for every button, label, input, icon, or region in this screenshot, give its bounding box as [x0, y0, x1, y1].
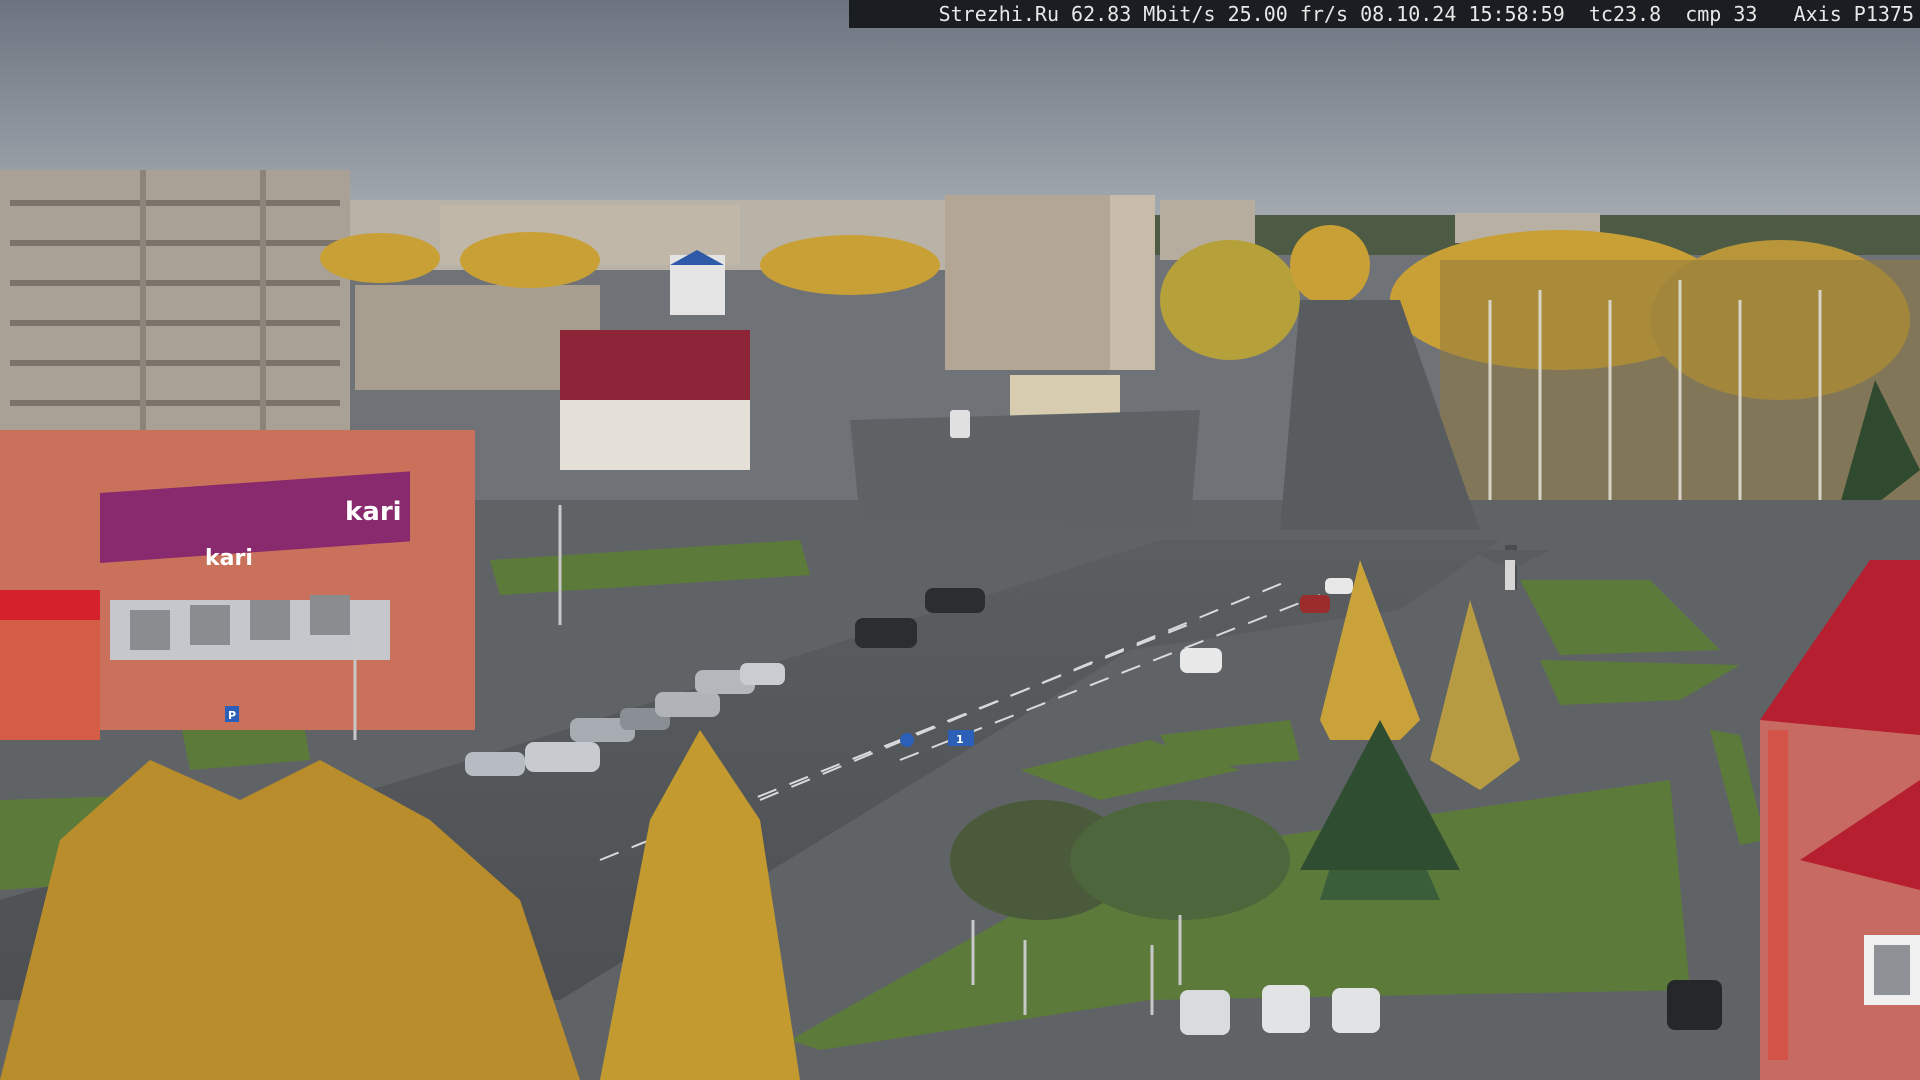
overlay-framerate: 25.00 fr/s: [1227, 2, 1349, 26]
overlay-camera: Axis P1375: [1793, 2, 1914, 26]
store-banner-label: kari: [205, 546, 253, 571]
parking-lot: [850, 410, 1200, 530]
lane-sign-label: 1: [956, 733, 964, 746]
overlay-bitrate: 62.83 Mbit/s: [1071, 2, 1216, 26]
overlay-date: 08.10.24: [1360, 2, 1457, 26]
overlay-time: 15:58:59: [1468, 2, 1565, 26]
overlay-site: Strezhi.Ru: [938, 2, 1059, 26]
camera-overlay: Strezhi.Ru 62.83 Mbit/s 25.00 fr/s 08.10…: [849, 0, 1920, 28]
overlay-tc: tc23.8: [1588, 2, 1662, 26]
store-building: kari kari: [0, 430, 475, 740]
parking-sign-label: P: [228, 709, 236, 722]
store-brand-label: kari: [345, 497, 402, 527]
overlay-cmp: cmp 33: [1685, 2, 1758, 26]
webcam-scene: kari kari 1 P: [0, 0, 1920, 1080]
